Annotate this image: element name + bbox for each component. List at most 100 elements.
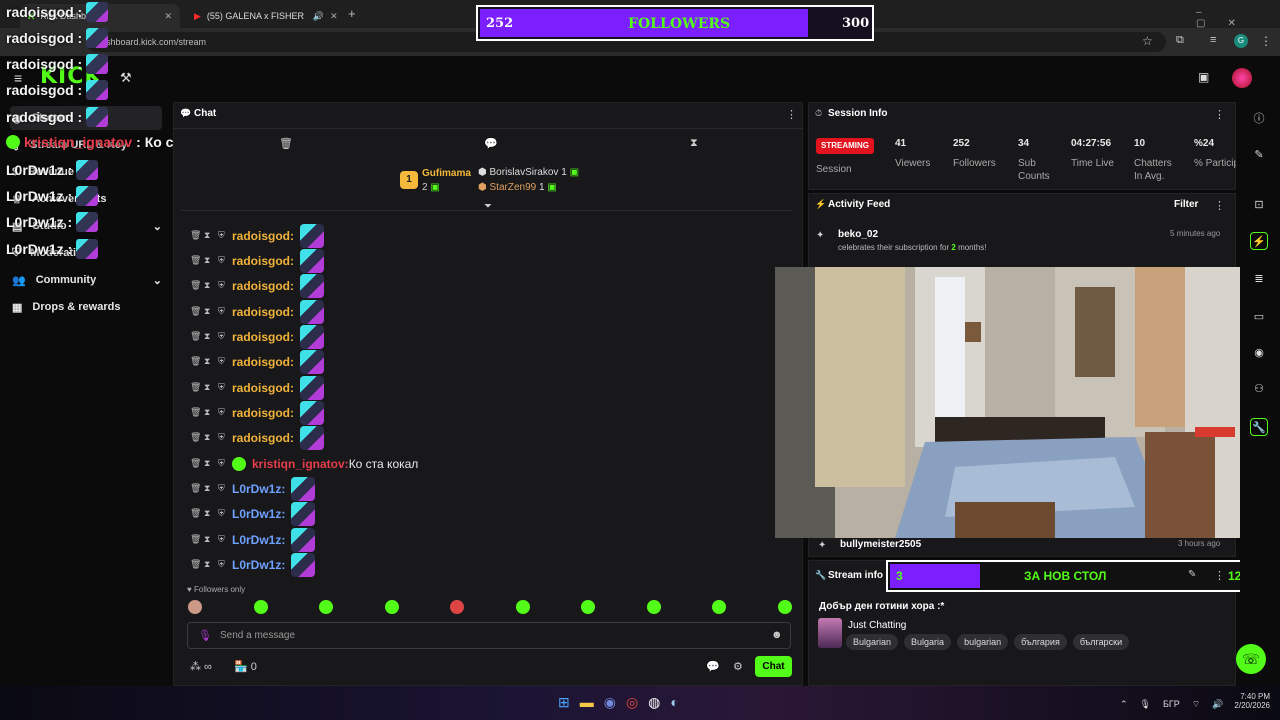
window-controls[interactable]: –▢✕ — [1196, 7, 1280, 29]
people-icon[interactable]: ⚇ — [1250, 380, 1268, 398]
hammer-icon[interactable]: ⚒ — [120, 70, 132, 86]
pencil-icon[interactable]: ✎ — [1250, 146, 1268, 164]
trash-icon[interactable]: 🗑 — [190, 407, 201, 418]
emote-icon[interactable] — [515, 600, 530, 614]
hourglass-icon[interactable]: ⧗ — [204, 331, 212, 342]
trash-icon[interactable]: 🗑 — [190, 508, 201, 519]
media-icon[interactable]: ≡ — [1210, 34, 1216, 46]
new-tab-icon[interactable]: + — [348, 6, 356, 21]
shield-icon[interactable]: ⛨ — [218, 458, 226, 469]
tag[interactable]: Bulgarian — [846, 634, 899, 650]
chat-username[interactable]: radoisgod: — [232, 406, 294, 420]
chat-username[interactable]: radoisgod: — [232, 279, 294, 293]
leader-third[interactable]: ⬢ StarZen99 1 ▣ — [478, 182, 557, 193]
chat-send-button[interactable]: Chat — [755, 656, 792, 677]
emote-icon[interactable] — [188, 600, 202, 614]
chrome-icon[interactable]: ◎ — [626, 694, 638, 711]
tools-icon[interactable]: 🔧 — [1250, 418, 1268, 436]
channel-points-icon[interactable]: ⁂ ∞ — [190, 660, 212, 673]
list-icon[interactable]: ≣ — [1250, 270, 1268, 288]
trash-icon[interactable]: 🗑 — [190, 255, 201, 266]
emote-icon[interactable] — [319, 600, 334, 614]
hourglass-icon[interactable]: ⧗ — [204, 458, 212, 469]
chat-username[interactable]: L0rDw1z: — [232, 482, 285, 496]
hourglass-icon[interactable]: ⧗ — [204, 356, 212, 367]
hourglass-icon[interactable]: ⧗ — [204, 407, 212, 418]
chat-username[interactable]: L0rDw1z: — [232, 507, 285, 521]
chat-settings-bubble-icon[interactable]: 💬 — [706, 660, 720, 673]
shield-icon[interactable]: ⛨ — [218, 255, 226, 266]
tag[interactable]: Bulgaria — [904, 634, 952, 650]
clock[interactable]: 7:40 PM 2/20/2026 — [1228, 692, 1270, 710]
session-menu-icon[interactable]: ⋮ — [1214, 108, 1225, 121]
shield-icon[interactable]: ⛨ — [218, 483, 226, 494]
tray-chevron-icon[interactable]: ⌃ — [1120, 699, 1128, 710]
chat-username[interactable]: L0rDw1z: — [232, 533, 285, 547]
browser-tab-youtube[interactable]: ▶ (55) GALENA x FISHER - FEN 🔊 ✕ — [186, 4, 356, 28]
tag[interactable]: bulgarian — [957, 634, 1009, 650]
hourglass-icon[interactable]: ⧗ — [204, 280, 212, 291]
chat-username[interactable]: radoisgod: — [232, 254, 294, 268]
hourglass-icon[interactable]: ⧗ — [690, 137, 698, 150]
user-avatar[interactable] — [1232, 68, 1252, 88]
message-input[interactable]: 🎙 Send a message ☻ — [187, 622, 791, 649]
emote-icon[interactable] — [777, 600, 792, 614]
chat-username[interactable]: kristiqn_ignatov: — [252, 457, 349, 471]
chat-username[interactable]: radoisgod: — [232, 381, 294, 395]
trash-icon[interactable]: 🗑 — [190, 559, 201, 570]
discord-icon[interactable]: ◉ — [604, 694, 616, 711]
trash-icon[interactable]: 🗑 — [190, 331, 201, 342]
close-tab-icon[interactable]: ✕ — [330, 11, 338, 22]
shield-icon[interactable]: ⛨ — [218, 306, 226, 317]
hourglass-icon[interactable]: ⧗ — [204, 483, 212, 494]
trash-icon[interactable]: 🗑 — [190, 458, 201, 469]
lightning-icon[interactable]: ⚡ — [1250, 232, 1268, 250]
hourglass-icon[interactable]: ⧗ — [204, 432, 212, 443]
gear-icon[interactable]: ⚙ — [733, 660, 743, 673]
tag[interactable]: българия — [1014, 634, 1067, 650]
shield-icon[interactable]: ⛨ — [218, 508, 226, 519]
volume-icon[interactable]: 🔊 — [1212, 699, 1223, 710]
shield-icon[interactable]: ⛨ — [218, 280, 226, 291]
support-headset-icon[interactable]: ☏ — [1236, 644, 1266, 674]
stream-category[interactable]: Just Chatting — [848, 620, 906, 631]
shield-icon[interactable]: ⛨ — [218, 331, 226, 342]
sidebar-item-drops[interactable]: ▦ Drops & rewards — [10, 295, 162, 319]
chat-mode-icon[interactable]: 💬 — [484, 137, 498, 150]
trash-icon[interactable]: 🗑 — [190, 382, 201, 393]
steam-icon[interactable]: ◐ — [670, 694, 678, 711]
trash-icon[interactable]: 🗑 — [190, 432, 201, 443]
windows-start-icon[interactable]: ⊞ — [558, 694, 570, 711]
hourglass-icon[interactable]: ⧗ — [204, 559, 212, 570]
hourglass-icon[interactable]: ⧗ — [204, 255, 212, 266]
obs-icon[interactable]: ◍ — [648, 694, 660, 711]
wifi-icon[interactable]: ⌔ — [1192, 699, 1200, 710]
tag[interactable]: български — [1072, 634, 1130, 650]
language-indicator[interactable]: БГР — [1163, 699, 1180, 710]
browser-menu-icon[interactable]: ⋮ — [1260, 34, 1272, 48]
broadcast-icon[interactable]: ◉ — [1250, 344, 1268, 362]
activity-menu-icon[interactable]: ⋮ — [1214, 199, 1225, 212]
edit-pencil-icon[interactable]: ✎ — [1188, 569, 1196, 580]
info-icon[interactable]: ⓘ — [1250, 110, 1268, 128]
hourglass-icon[interactable]: ⧗ — [204, 508, 212, 519]
trash-icon[interactable]: 🗑 — [190, 280, 201, 291]
file-explorer-icon[interactable]: ▬ — [580, 694, 594, 711]
emote-icon[interactable] — [384, 600, 399, 614]
hourglass-icon[interactable]: ⧗ — [204, 382, 212, 393]
close-tab-icon[interactable]: ✕ — [164, 11, 172, 22]
emoji-icon[interactable]: ☻ — [771, 629, 783, 641]
chat-username[interactable]: L0rDw1z: — [232, 558, 285, 572]
trash-icon[interactable]: 🗑 — [190, 534, 201, 545]
profile-avatar[interactable]: G — [1234, 34, 1248, 48]
trash-icon[interactable]: 🗑 — [190, 230, 201, 241]
trash-icon[interactable]: 🗑 — [279, 137, 293, 150]
preview-icon[interactable]: ▣ — [1198, 70, 1209, 84]
shield-icon[interactable]: ⛨ — [218, 534, 226, 545]
shield-icon[interactable]: ⛨ — [218, 432, 226, 443]
activity-username[interactable]: beko_02 — [838, 229, 878, 240]
microphone-icon[interactable]: 🎙 — [198, 629, 212, 642]
chat-icon[interactable]: ▭ — [1250, 308, 1268, 326]
trash-icon[interactable]: 🗑 — [190, 483, 201, 494]
trash-icon[interactable]: 🗑 — [190, 356, 201, 367]
